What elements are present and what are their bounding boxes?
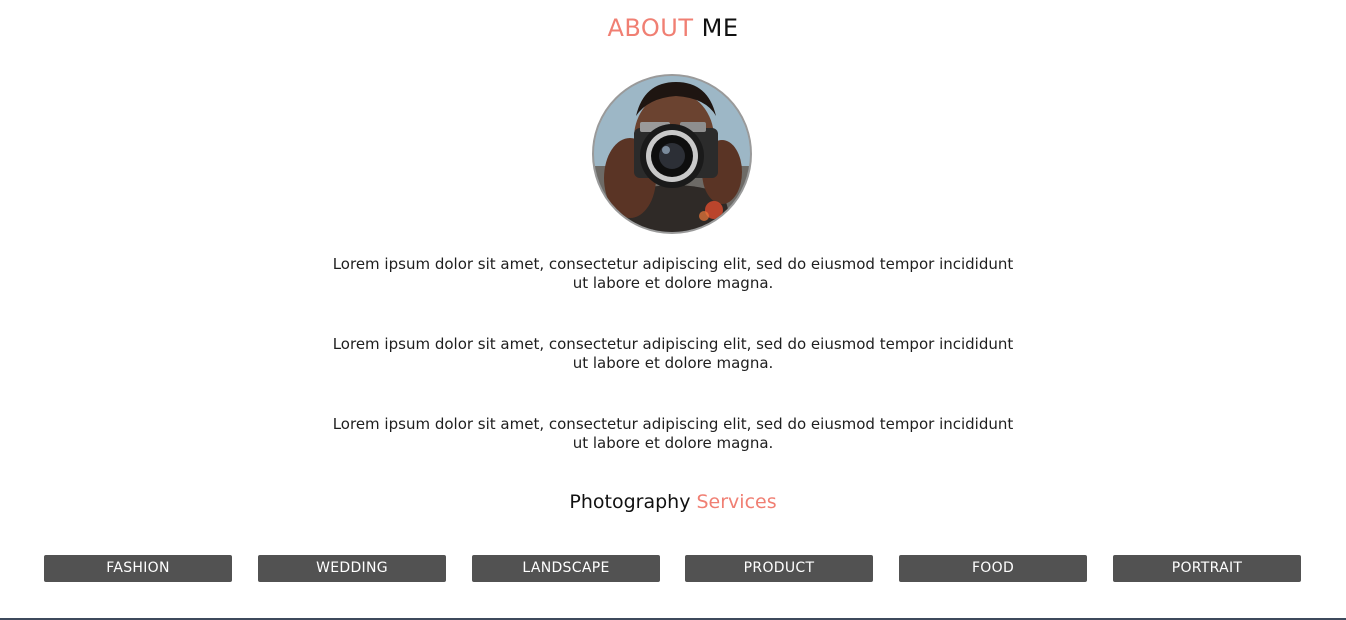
page: ABOUT ME Lorem ipsum dolor sit amet, con… (0, 0, 1346, 620)
profile-photo (592, 74, 752, 234)
services-title-main: Photography (569, 491, 697, 513)
about-title: ABOUT ME (0, 12, 1346, 44)
service-button-portrait[interactable]: PORTRAIT (1113, 555, 1301, 582)
service-button-wedding[interactable]: WEDDING (258, 555, 446, 582)
services-title: Photography Services (0, 489, 1346, 515)
about-title-rest: ME (693, 14, 739, 42)
bio-paragraph: Lorem ipsum dolor sit amet, consectetur … (332, 255, 1014, 292)
service-button-fashion[interactable]: FASHION (44, 555, 232, 582)
services-title-accent: Services (696, 491, 777, 513)
service-button-product[interactable]: PRODUCT (685, 555, 873, 582)
photographer-with-camera-image (594, 76, 750, 232)
bio-paragraph: Lorem ipsum dolor sit amet, consectetur … (332, 415, 1014, 452)
bio-paragraph: Lorem ipsum dolor sit amet, consectetur … (332, 335, 1014, 372)
service-button-landscape[interactable]: LANDSCAPE (472, 555, 660, 582)
service-button-food[interactable]: FOOD (899, 555, 1087, 582)
about-title-accent: ABOUT (607, 14, 694, 42)
